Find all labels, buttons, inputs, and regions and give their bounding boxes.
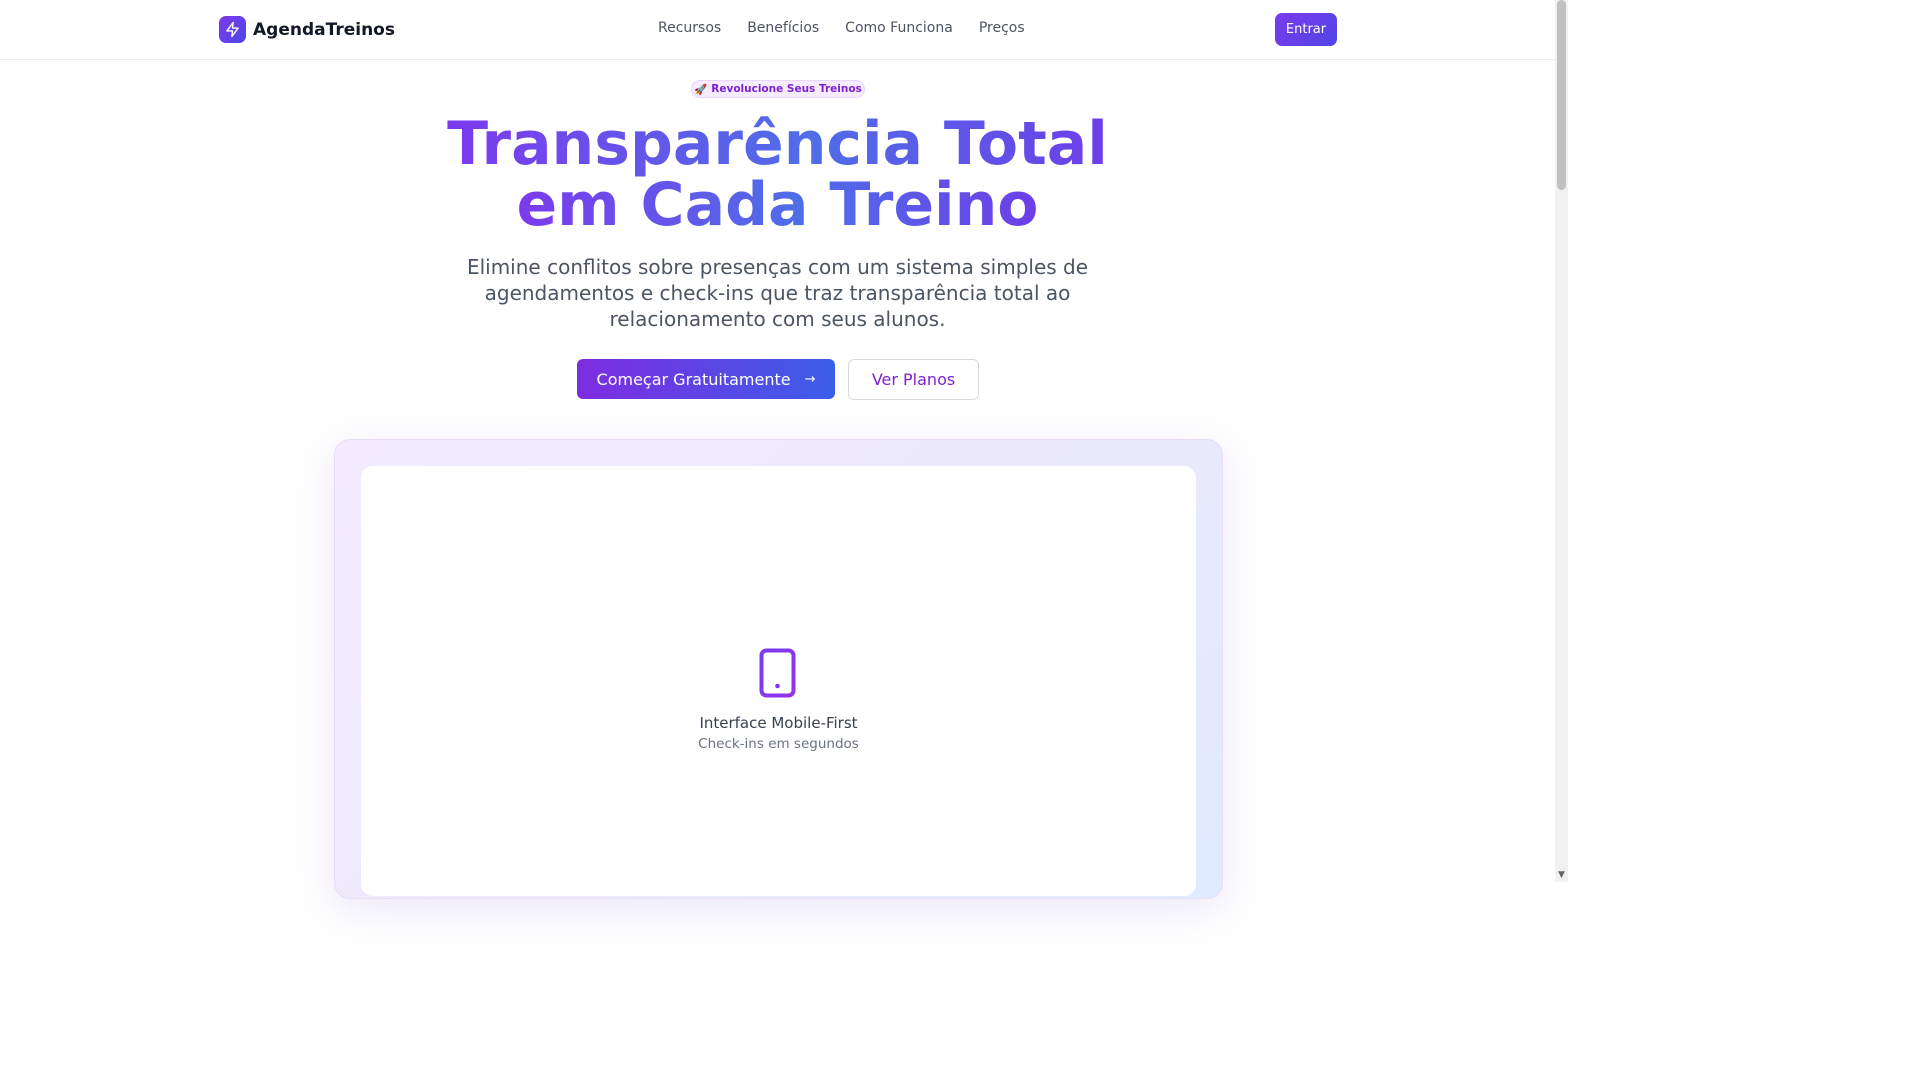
arrow-right-icon: → <box>804 371 816 387</box>
start-free-button[interactable]: Começar Gratuitamente → <box>577 359 835 399</box>
nav-link-beneficios[interactable]: Benefícios <box>747 20 819 36</box>
hero-badge-label: Revolucione Seus Treinos <box>711 83 862 95</box>
smartphone-icon <box>759 648 796 698</box>
showcase-title: Interface Mobile-First <box>699 714 858 732</box>
login-button[interactable]: Entrar <box>1275 13 1337 46</box>
nav-link-recursos[interactable]: Recursos <box>658 20 721 36</box>
brand-logo[interactable]: AgendaTreinos <box>219 16 395 43</box>
scroll-down-arrow-icon[interactable]: ▼ <box>1558 871 1565 880</box>
hero-title: Transparência Total em Cada Treino <box>0 114 1555 236</box>
nav-link-precos[interactable]: Preços <box>979 20 1025 36</box>
lightning-icon <box>219 16 246 43</box>
nav-link-como-funciona[interactable]: Como Funciona <box>845 20 953 36</box>
hero-title-line-1: Transparência Total <box>447 109 1108 179</box>
scrollbar-thumb[interactable] <box>1557 0 1566 190</box>
hero-title-line-2: em Cada Treino <box>516 170 1039 240</box>
top-nav-bar: AgendaTreinos Recursos Benefícios Como F… <box>0 0 1555 60</box>
view-plans-button[interactable]: Ver Planos <box>848 359 979 400</box>
landing-page: AgendaTreinos Recursos Benefícios Como F… <box>0 0 1568 899</box>
brand-name: AgendaTreinos <box>253 19 395 40</box>
hero-subtitle: Elimine conflitos sobre presenças com um… <box>466 255 1089 331</box>
main-nav: Recursos Benefícios Como Funciona Preços <box>658 20 1025 36</box>
start-free-label: Começar Gratuitamente <box>596 369 791 389</box>
rocket-icon: 🚀 <box>694 83 708 96</box>
page-scrollbar[interactable]: ▼ <box>1555 0 1568 882</box>
hero-badge: 🚀 Revolucione Seus Treinos <box>691 80 865 98</box>
showcase-subtitle: Check-ins em segundos <box>698 736 859 752</box>
